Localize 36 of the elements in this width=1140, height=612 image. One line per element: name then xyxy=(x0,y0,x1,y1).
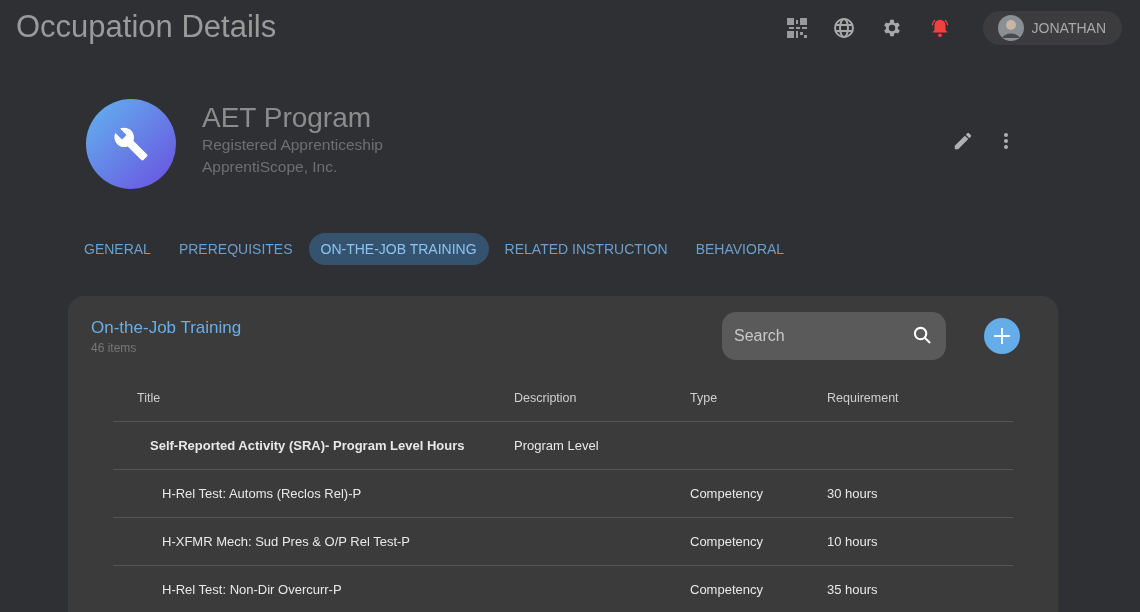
table-cell: Competency xyxy=(690,582,763,597)
tab[interactable]: GENERAL xyxy=(72,233,163,265)
page-title: Occupation Details xyxy=(16,8,277,45)
tab[interactable]: BEHAVIORAL xyxy=(683,233,797,265)
column-header: Description xyxy=(514,390,577,405)
edit-pencil-icon[interactable] xyxy=(952,130,974,152)
table-cell: Competency xyxy=(690,534,763,549)
tab[interactable]: PREREQUISITES xyxy=(166,233,305,265)
plus-icon xyxy=(994,328,1010,344)
column-header: Title xyxy=(137,390,161,405)
more-options-icon[interactable] xyxy=(1004,133,1008,149)
avatar-icon xyxy=(997,14,1024,41)
item-count: 46 items xyxy=(91,340,138,355)
table-cell: Program Level xyxy=(514,438,599,453)
search-icon xyxy=(913,326,932,345)
globe-icon[interactable] xyxy=(832,16,855,39)
table-cell: H-Rel Test: Non-Dir Overcurr-P xyxy=(162,582,342,597)
organization-name: ApprentiScope, Inc. xyxy=(202,157,339,177)
table-cell: 10 hours xyxy=(827,534,878,549)
tab[interactable]: ON-THE-JOB TRAINING xyxy=(308,233,489,265)
table-cell: H-XFMR Mech: Sud Pres & O/P Rel Test-P xyxy=(162,534,411,549)
table-cell: H-Rel Test: Automs (Reclos Rel)-P xyxy=(162,486,362,501)
qr-code-icon[interactable] xyxy=(786,17,807,38)
program-type: Registered Apprenticeship xyxy=(202,135,384,155)
table-cell: Competency xyxy=(690,486,763,501)
program-title: AET Program xyxy=(202,102,373,134)
tab[interactable]: RELATED INSTRUCTION xyxy=(492,233,680,265)
table-cell: 35 hours xyxy=(827,582,878,597)
panel-title: On-the-Job Training xyxy=(91,317,243,338)
search-field[interactable]: Search xyxy=(722,312,946,360)
table-cell: 30 hours xyxy=(827,486,878,501)
column-header: Type xyxy=(690,390,718,405)
column-header: Requirement xyxy=(827,390,899,405)
add-button[interactable] xyxy=(984,318,1020,354)
user-menu-button[interactable]: JONATHAN xyxy=(982,10,1122,45)
table-cell: Self-Reported Activity (SRA)- Program Level Hours xyxy=(150,438,465,453)
